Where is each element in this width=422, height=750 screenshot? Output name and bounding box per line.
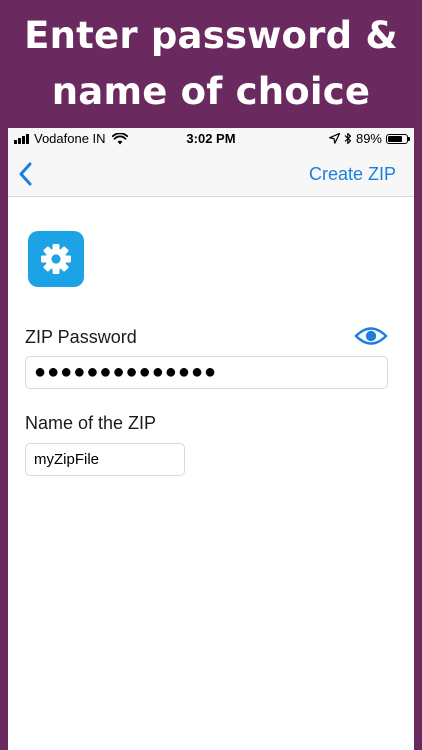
zip-name-label: Name of the ZIP [25, 413, 157, 433]
banner-line-1: Enter password & [24, 14, 398, 57]
zip-name-input[interactable]: myZipFile [25, 443, 185, 476]
navigation-bar: Create ZIP [8, 150, 414, 197]
show-password-toggle[interactable] [354, 325, 388, 347]
status-bar: Vodafone IN 3:02 PM 89% [8, 128, 414, 150]
chevron-left-icon [19, 162, 32, 186]
banner-line-2: name of choice [51, 70, 371, 113]
status-right: 89% [325, 131, 410, 146]
back-button[interactable] [14, 160, 38, 188]
eye-icon [354, 327, 388, 345]
battery-icon [386, 133, 410, 144]
create-zip-button[interactable]: Create ZIP [309, 164, 396, 185]
promo-banner: Enter password & name of choice [0, 0, 422, 128]
battery-fill [388, 135, 403, 142]
app-settings-icon [28, 231, 84, 287]
battery-percent: 89% [355, 131, 382, 146]
gear-icon [41, 244, 71, 274]
phone-screen: Vodafone IN 3:02 PM 89% Create ZIP ZIP P… [8, 128, 414, 750]
zip-password-label: ZIP Password [25, 327, 137, 347]
bluetooth-icon [344, 132, 352, 145]
location-arrow-icon [328, 133, 340, 144]
zip-password-input[interactable]: ●●●●●●●●●●●●●● [25, 356, 388, 389]
